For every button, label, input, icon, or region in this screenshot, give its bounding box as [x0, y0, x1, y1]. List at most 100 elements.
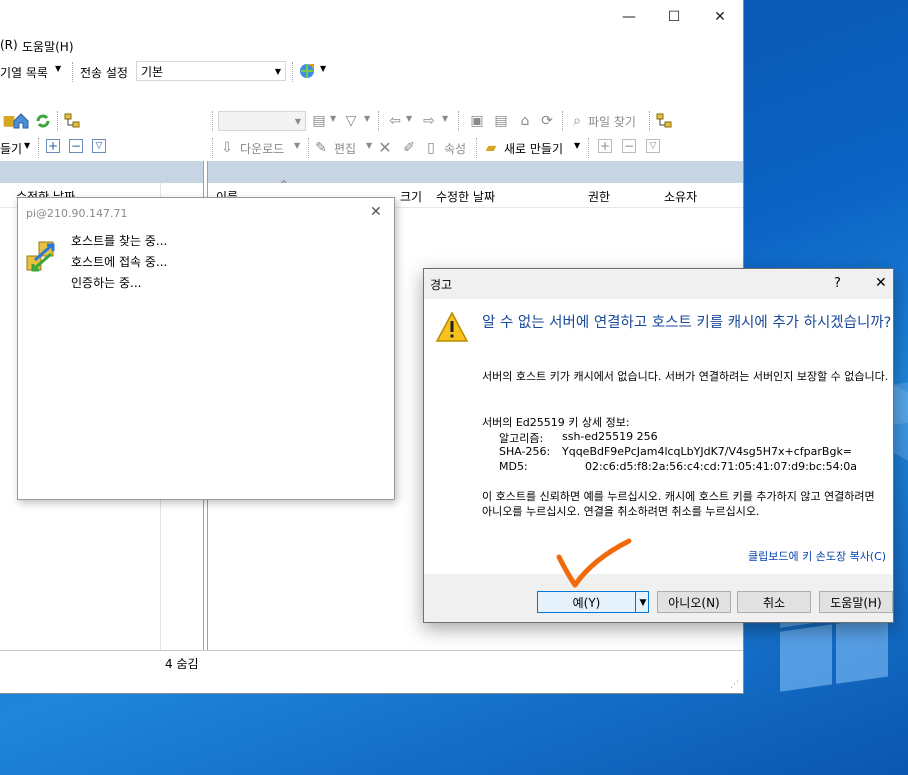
- left-toolbar-nav: ■: [0, 109, 205, 133]
- dialog-title: 경고: [430, 278, 453, 292]
- transfer-settings-label: 전송 설정: [80, 66, 128, 80]
- download-button[interactable]: 다운로드: [240, 140, 284, 157]
- host-key-warning-dialog: 경고 ? ✕ 알 수 없는 서버에 연결하고 호스트 키를 캐시에 추가 하시겠…: [423, 268, 894, 623]
- yes-button[interactable]: 예(Y) ▼: [537, 591, 649, 613]
- transfer-settings-select[interactable]: 기본 ▼: [136, 61, 286, 81]
- menu-item-partial[interactable]: (R): [0, 38, 18, 52]
- delete-icon[interactable]: ✕: [376, 139, 394, 157]
- toolbar-separator: [562, 111, 565, 131]
- download-icon[interactable]: ⇩: [218, 139, 236, 157]
- expand-icon[interactable]: +: [598, 139, 612, 153]
- status-step: 호스트에 접속 중...: [71, 255, 168, 269]
- queue-list-button[interactable]: 기열 목록: [0, 64, 48, 81]
- home-icon[interactable]: ⌂: [516, 112, 534, 130]
- dialog-message: 서버의 호스트 키가 캐시에서 없습니다. 서버가 연결하려는 서버인지 보장할…: [482, 370, 889, 383]
- filter-icon[interactable]: ▽: [342, 112, 360, 130]
- properties-button[interactable]: 속성: [444, 140, 466, 157]
- right-pane-path-bar: [208, 161, 743, 183]
- refresh-icon[interactable]: [34, 112, 52, 130]
- toolbar-separator: [458, 111, 461, 131]
- chevron-down-icon: ▼: [274, 67, 281, 76]
- toolbar-separator: [212, 111, 215, 131]
- connect-arrows-icon: [25, 240, 61, 276]
- toolbar-separator: [72, 62, 75, 82]
- tree-icon[interactable]: [655, 112, 673, 130]
- cancel-button[interactable]: 취소: [737, 591, 811, 613]
- toolbar-separator: [308, 138, 311, 158]
- new-button-partial[interactable]: 들기: [0, 140, 22, 157]
- edit-button[interactable]: 편집: [334, 140, 356, 157]
- root-folder-icon[interactable]: ▤: [492, 112, 510, 130]
- filter-icon[interactable]: ▽: [92, 139, 106, 153]
- checkmark-annotation-icon: [556, 538, 632, 588]
- algorithm-label: 알고리즘:: [499, 432, 544, 445]
- path-select[interactable]: ▼: [218, 111, 306, 131]
- chevron-down-icon[interactable]: ▼: [330, 114, 336, 123]
- dialog-instructions: 이 호스트를 신뢰하면 예를 누르십시오. 캐시에 호스트 키를 추가하지 않고…: [482, 490, 875, 518]
- copy-fingerprint-link[interactable]: 클립보드에 키 손도장 복사(C): [748, 548, 886, 564]
- parent-folder-icon[interactable]: ▣: [468, 112, 486, 130]
- dialog-close-button[interactable]: ✕: [875, 275, 887, 291]
- popup-close-button[interactable]: ✕: [370, 204, 382, 220]
- chevron-down-icon[interactable]: ▼: [320, 64, 326, 73]
- column-size[interactable]: 크기: [400, 188, 422, 205]
- sort-ascending-icon: ^: [280, 180, 288, 190]
- column-modified[interactable]: 수정한 날짜: [436, 188, 495, 205]
- chevron-down-icon[interactable]: ▼: [442, 114, 448, 123]
- menu-item-help[interactable]: 도움말(H): [22, 38, 74, 55]
- chevron-down-icon[interactable]: ▼: [24, 141, 30, 150]
- find-files-button[interactable]: 파일 찾기: [588, 113, 636, 130]
- maximize-button[interactable]: ☐: [651, 0, 697, 34]
- toolbar-separator: [476, 138, 479, 158]
- tree-icon[interactable]: [63, 112, 81, 130]
- new-button[interactable]: 새로 만들기: [504, 140, 563, 157]
- chevron-down-icon[interactable]: ▼: [637, 592, 649, 614]
- warning-icon: [435, 311, 469, 343]
- globe-sync-icon[interactable]: [298, 62, 316, 80]
- transfer-settings-value: 기본: [141, 65, 164, 79]
- split-divider: [635, 592, 636, 612]
- refresh-icon[interactable]: ⟳: [538, 112, 556, 130]
- new-folder-icon[interactable]: ▰: [482, 139, 500, 157]
- chevron-down-icon[interactable]: ▼: [294, 141, 300, 150]
- minimize-button[interactable]: —: [606, 0, 652, 34]
- properties-icon[interactable]: ▯: [422, 139, 440, 157]
- chevron-down-icon[interactable]: ▼: [366, 141, 372, 150]
- md5-value: 02:c6:d5:f8:2a:56:c4:cd:71:05:41:07:d9:b…: [585, 460, 858, 473]
- edit-icon[interactable]: ✎: [312, 139, 330, 157]
- column-permissions[interactable]: 권한: [588, 188, 610, 205]
- chevron-down-icon[interactable]: ▼: [574, 141, 580, 150]
- open-folder-icon[interactable]: ▤: [310, 112, 328, 130]
- chevron-down-icon[interactable]: ▼: [406, 114, 412, 123]
- collapse-icon[interactable]: −: [622, 139, 636, 153]
- status-divider: [0, 650, 743, 651]
- chevron-down-icon[interactable]: ▼: [55, 64, 61, 73]
- home-icon[interactable]: [12, 112, 30, 130]
- chevron-down-icon[interactable]: ▼: [364, 114, 370, 123]
- search-icon[interactable]: ⌕: [568, 112, 586, 130]
- sha256-label: SHA-256:: [499, 445, 551, 458]
- forward-icon[interactable]: ⇨: [420, 112, 438, 130]
- connection-progress-popup: pi@210.90.147.71 ✕ 호스트를 찾는 중... 호스트에 접속 …: [17, 197, 395, 500]
- collapse-icon[interactable]: −: [69, 139, 83, 153]
- toolbar-separator: [378, 111, 381, 131]
- close-button[interactable]: ✕: [697, 0, 743, 34]
- toolbar-separator: [292, 62, 295, 82]
- column-owner[interactable]: 소유자: [664, 188, 697, 205]
- dialog-heading: 알 수 없는 서버에 연결하고 호스트 키를 캐시에 추가 하시겠습니까?: [482, 315, 892, 331]
- back-icon[interactable]: ⇦: [386, 112, 404, 130]
- chevron-down-icon: ▼: [294, 117, 301, 126]
- left-pane-path-bar: [0, 161, 203, 183]
- dialog-help-button[interactable]: 도움말(H): [819, 591, 893, 613]
- resize-grip[interactable]: ⋰: [730, 680, 739, 690]
- left-toolbar-actions: 들기 ▼ + − ▽: [0, 136, 205, 160]
- toolbar-separator: [38, 138, 41, 158]
- rename-icon[interactable]: ✐: [400, 139, 418, 157]
- toolbar-separator: [57, 111, 60, 131]
- no-button[interactable]: 아니오(N): [657, 591, 731, 613]
- filter-icon[interactable]: ▽: [646, 139, 660, 153]
- expand-icon[interactable]: +: [46, 139, 60, 153]
- help-button[interactable]: ?: [834, 276, 841, 291]
- toolbar-queue: 기열 목록 ▼ 전송 설정 기본 ▼ ▼: [0, 58, 743, 86]
- algorithm-value: ssh-ed25519 256: [562, 430, 658, 443]
